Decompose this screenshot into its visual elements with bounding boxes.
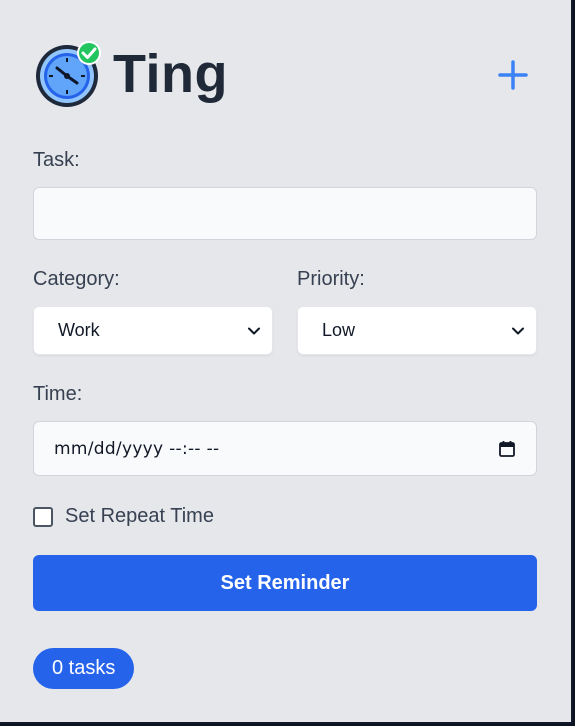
datetime-input[interactable]: mm/dd/yyyy --:-- -- — [33, 421, 537, 476]
reminder-panel: Ting Task: Category: Priority: Work Low … — [0, 0, 573, 724]
repeat-time-option[interactable]: Set Repeat Time — [33, 505, 214, 528]
set-reminder-button[interactable]: Set Reminder — [33, 555, 537, 611]
category-label: Category: — [33, 268, 120, 290]
app-header: Ting — [33, 38, 228, 110]
task-count-badge: 0 tasks — [33, 648, 135, 689]
datetime-placeholder: mm/dd/yyyy --:-- -- — [54, 438, 220, 459]
calendar-icon[interactable] — [498, 440, 516, 458]
task-input[interactable] — [33, 187, 537, 240]
category-select[interactable]: Work — [33, 306, 273, 355]
category-selected-value: Work — [58, 320, 100, 340]
chevron-down-icon — [248, 327, 260, 334]
app-title: Ting — [113, 44, 228, 104]
time-label: Time: — [33, 383, 83, 405]
priority-label: Priority: — [297, 268, 365, 290]
priority-selected-value: Low — [322, 320, 356, 340]
repeat-time-label[interactable]: Set Repeat Time — [65, 505, 214, 528]
add-reminder-button[interactable] — [494, 56, 532, 94]
chevron-down-icon — [512, 327, 524, 334]
task-label: Task: — [33, 149, 80, 171]
alarm-clock-check-icon — [33, 38, 105, 110]
repeat-time-checkbox[interactable] — [33, 506, 53, 527]
priority-select[interactable]: Low — [297, 306, 537, 355]
plus-icon — [498, 60, 528, 90]
